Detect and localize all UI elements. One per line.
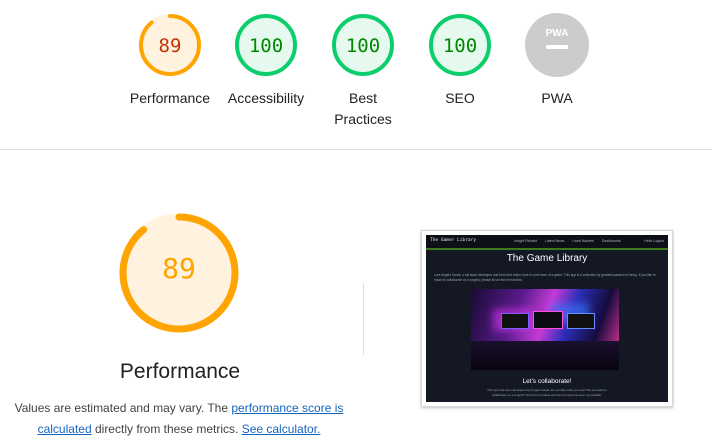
- vertical-separator: [363, 283, 364, 355]
- screenshot-subheading: Let's collaborate!: [522, 378, 572, 385]
- final-screenshot[interactable]: The Gamer Library Insight Rebuild Latest…: [421, 230, 673, 407]
- seo-score: 100: [442, 35, 478, 57]
- screenshot-heading: The Game Library: [506, 253, 588, 264]
- pwa-label: PWA: [541, 90, 573, 106]
- accessibility-gauge[interactable]: 100 Accessibility: [211, 12, 321, 109]
- pwa-badge-icon: PWA: [525, 13, 589, 77]
- best-practices-label: Best Practices: [334, 90, 392, 127]
- performance-main-score: 89: [162, 252, 196, 285]
- screenshot-nav-right: Hello Logout: [644, 239, 664, 243]
- best-practices-gauge[interactable]: 100 Best Practices: [308, 12, 418, 130]
- screenshot-outro: This app has been developed by Angelo Sa…: [487, 388, 607, 397]
- best-practices-score: 100: [345, 35, 381, 57]
- screenshot-hero-image: [471, 289, 619, 370]
- performance-label: Performance: [129, 90, 211, 106]
- accessibility-label: Accessibility: [227, 90, 305, 106]
- performance-main-title: Performance: [119, 360, 241, 383]
- section-divider: [0, 149, 712, 150]
- performance-gauge[interactable]: 89 Performance: [115, 12, 225, 109]
- seo-gauge[interactable]: 100 SEO: [405, 12, 515, 109]
- desc-prefix: Values are estimated and may vary. The: [14, 401, 232, 415]
- screenshot-navbar: The Gamer Library Insight Rebuild Latest…: [426, 235, 668, 250]
- pwa-gauge[interactable]: PWA PWA: [502, 12, 612, 109]
- desc-middle: directly from these metrics.: [91, 422, 242, 436]
- seo-label: SEO: [445, 90, 475, 106]
- category-scores: 89 Performance 100 Accessibility 100 Bes…: [0, 0, 712, 150]
- see-calculator-link[interactable]: See calculator.: [242, 422, 321, 436]
- accessibility-score: 100: [248, 35, 284, 57]
- screenshot-intro: Lore Angelo Sarda, a full stack develope…: [434, 273, 656, 282]
- pwa-badge-text: PWA: [546, 28, 569, 39]
- screenshot-nav-item: Latest News: [545, 239, 565, 243]
- screenshot-nav-links: Insight Rebuild Latest News Least Wanted…: [514, 239, 628, 243]
- metrics-description: Values are estimated and may vary. The p…: [10, 398, 348, 440]
- screenshot-nav-item: Insight Rebuild: [514, 239, 538, 243]
- performance-score: 89: [158, 35, 182, 57]
- screenshot-brand: The Gamer Library: [430, 238, 477, 243]
- page-screenshot: The Gamer Library Insight Rebuild Latest…: [426, 235, 668, 402]
- screenshot-nav-item: Least Wanted: [572, 239, 594, 243]
- screenshot-nav-item: Dashboards: [601, 239, 621, 243]
